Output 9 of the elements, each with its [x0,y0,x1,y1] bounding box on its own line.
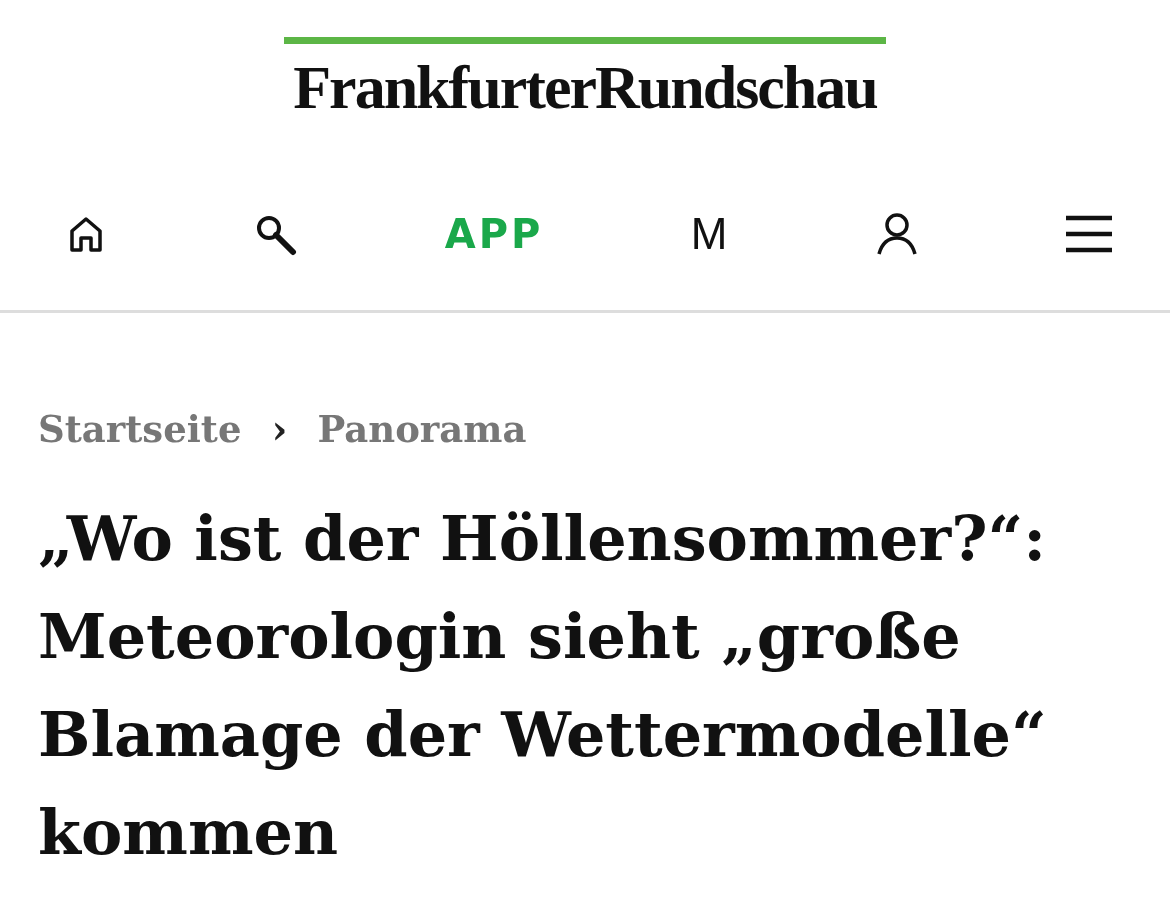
menu-icon[interactable] [1065,214,1112,254]
user-icon[interactable] [874,212,919,256]
breadcrumb-link[interactable]: Panorama [317,406,527,451]
breadcrumb-separator: › [271,405,288,452]
headline: „Wo ist der Höllensommer?“: Meteorologin sieht „große Blamage der Wettermodelle“ kommen [38,501,1048,871]
logo[interactable]: FrankfurterRundschau [284,37,886,124]
breadcrumb-link[interactable]: Startseite [38,406,242,451]
nav-link[interactable]: M [690,209,728,259]
nav-link[interactable]: APP [444,211,544,257]
